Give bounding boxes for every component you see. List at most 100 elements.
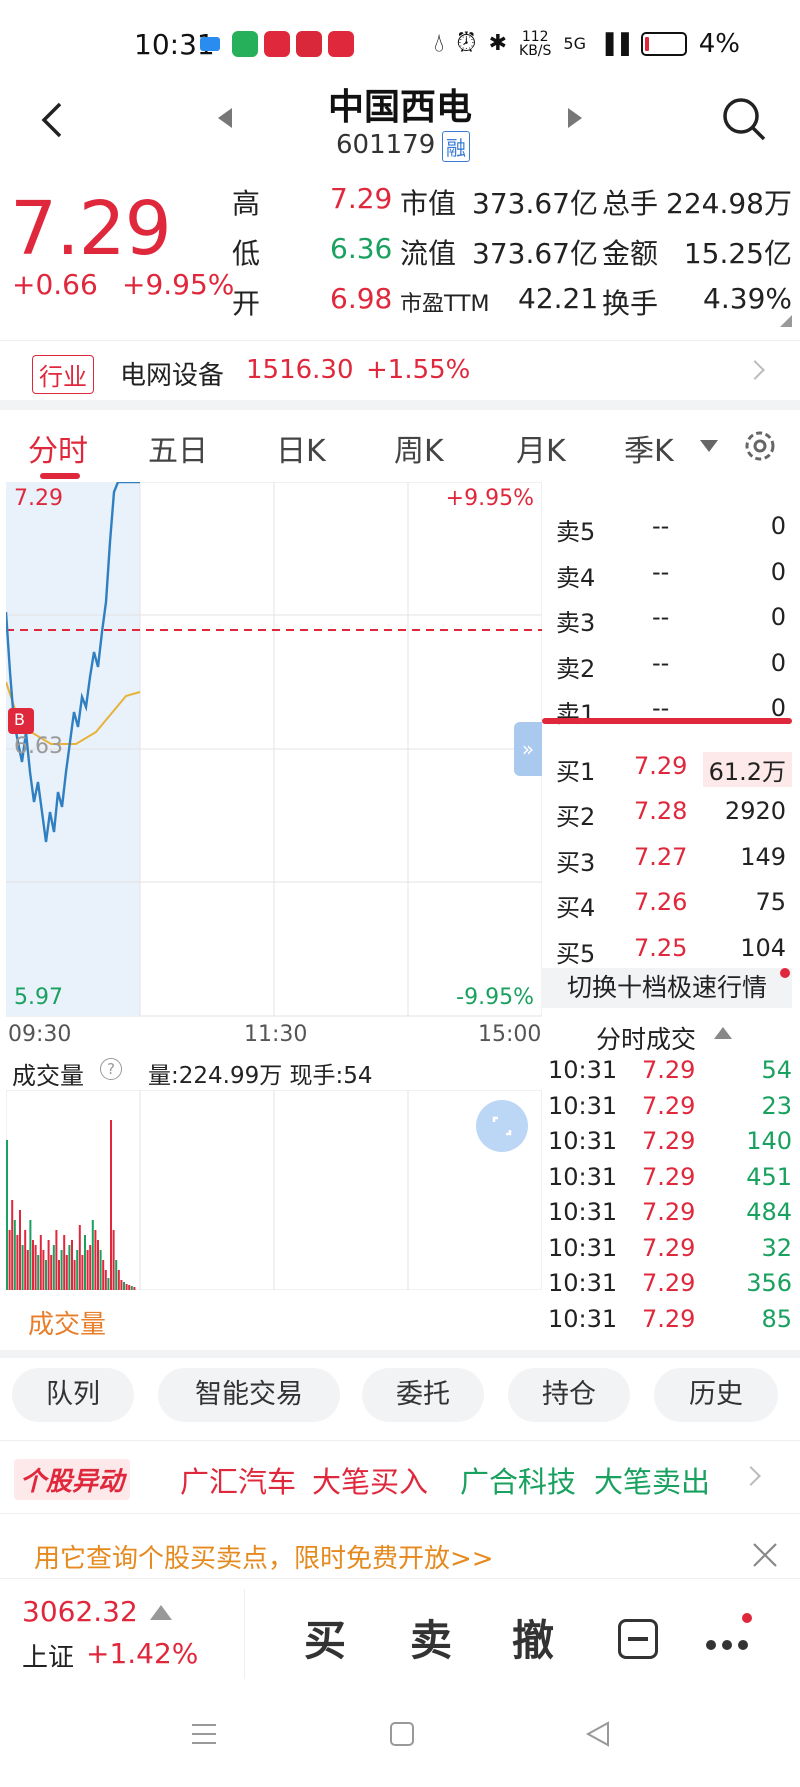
switch-level-button[interactable]: 切换十档极速行情 bbox=[542, 968, 792, 1008]
buy-row: 买5 7.25 104 bbox=[556, 933, 786, 968]
quote-row: 开 6.98 市盈TTM 42.21 换手 4.39% bbox=[232, 282, 792, 320]
volume-header: 成交量 ? 量:224.99万 现手:54 bbox=[0, 1052, 540, 1090]
volume-footer-label[interactable]: 成交量 bbox=[28, 1304, 106, 1341]
cancel-order-button[interactable]: 撤 bbox=[512, 1607, 554, 1668]
volume-bar bbox=[104, 1270, 107, 1290]
chart-price-top: 7.29 bbox=[14, 486, 63, 511]
entrust-button[interactable]: 委托 bbox=[362, 1368, 484, 1422]
buy-row: 买3 7.27 149 bbox=[556, 842, 786, 877]
tab-five-day[interactable]: 五日 bbox=[148, 426, 208, 470]
sell-button[interactable]: 卖 bbox=[410, 1607, 452, 1668]
expand-panel-tab[interactable]: » bbox=[514, 722, 542, 776]
battery-text: 4% bbox=[698, 28, 740, 59]
next-stock-icon[interactable] bbox=[568, 108, 582, 128]
volume-bar bbox=[120, 1280, 123, 1290]
volume-bar bbox=[117, 1270, 120, 1290]
buy-button[interactable]: 买 bbox=[304, 1607, 346, 1668]
industry-name: 电网设备 bbox=[120, 361, 225, 391]
trade-row: 10:31 7.29 451 bbox=[548, 1162, 792, 1191]
ticker-item[interactable]: 广合科技 bbox=[460, 1459, 576, 1501]
trade-row: 10:31 7.29 140 bbox=[548, 1127, 792, 1155]
battery-icon bbox=[640, 31, 687, 56]
volume-bar bbox=[45, 1260, 47, 1290]
system-nav-bar bbox=[0, 1698, 800, 1787]
ticker-item[interactable]: 大笔卖出 bbox=[594, 1459, 710, 1501]
volume-bar bbox=[89, 1245, 92, 1290]
stock-code: 601179 bbox=[336, 130, 436, 160]
app-icon-stock bbox=[264, 31, 290, 57]
trade-row: 10:31 7.29 85 bbox=[548, 1304, 792, 1333]
history-button[interactable]: 历史 bbox=[654, 1368, 778, 1422]
buy-marker[interactable]: B bbox=[14, 710, 25, 729]
volume-bar bbox=[60, 1250, 63, 1290]
index-change[interactable]: +1.42% bbox=[86, 1637, 198, 1670]
signal-icon: ▐▐ bbox=[597, 31, 629, 56]
volume-bar bbox=[99, 1250, 102, 1290]
home-icon[interactable] bbox=[388, 1720, 416, 1748]
help-icon[interactable]: ? bbox=[100, 1058, 122, 1080]
volume-bar bbox=[24, 1230, 27, 1290]
ticker-item[interactable]: 大笔买入 bbox=[312, 1459, 428, 1501]
status-bar: 10:31 💧︎ ⏰︎ ✱ 112 KB/S 5G ▐▐ 4% bbox=[0, 0, 800, 90]
sell-row: 卖1 -- 0 bbox=[556, 694, 786, 728]
volume-bar bbox=[112, 1230, 115, 1290]
fullscreen-icon[interactable] bbox=[476, 1100, 528, 1152]
tab-daily-k[interactable]: 日K bbox=[276, 426, 326, 470]
price-change-pct: +9.95% bbox=[122, 268, 235, 301]
smart-trade-button[interactable]: 智能交易 bbox=[158, 1368, 340, 1422]
volume-bar bbox=[133, 1287, 136, 1290]
divider bbox=[244, 1589, 245, 1679]
index-value[interactable]: 3062.32 bbox=[22, 1595, 138, 1628]
queue-button[interactable]: 队列 bbox=[12, 1368, 134, 1422]
gear-icon[interactable] bbox=[740, 426, 780, 466]
chevron-right-icon bbox=[745, 360, 765, 380]
volume-bar bbox=[76, 1250, 79, 1290]
more-icon[interactable] bbox=[706, 1635, 754, 1654]
trade-list[interactable]: 10:31 7.29 54 10:31 7.29 23 10:31 7.29 140 10:… bbox=[542, 1054, 800, 1350]
chevron-down-icon[interactable] bbox=[700, 440, 718, 452]
trades-title[interactable]: 分时成交 bbox=[596, 1020, 696, 1056]
menu-icon[interactable] bbox=[190, 1720, 218, 1748]
position-button[interactable]: 持仓 bbox=[508, 1368, 630, 1422]
back-nav-icon[interactable] bbox=[584, 1720, 612, 1748]
volume-title: 成交量 bbox=[12, 1062, 84, 1090]
promo-banner[interactable]: 用它查询个股买卖点，限时免费开放>> bbox=[0, 1520, 800, 1580]
intraday-chart[interactable]: 7.29 +9.95% 5.97 -9.95% 6.63 B bbox=[6, 482, 542, 1018]
stock-alert-ticker[interactable]: 个股异动 广汇汽车 大笔买入 广合科技 大笔卖出 bbox=[0, 1440, 800, 1514]
time-noon: 11:30 bbox=[244, 1022, 308, 1047]
industry-change: +1.55% bbox=[366, 355, 471, 385]
app-icon-red bbox=[296, 31, 322, 57]
tab-intraday[interactable]: 分时 bbox=[28, 426, 88, 470]
volume-bar bbox=[16, 1235, 19, 1290]
app-icon-blue bbox=[200, 37, 220, 51]
net-speed: 112 KB/S bbox=[519, 28, 552, 59]
ticker-item[interactable]: 广汇汽车 bbox=[180, 1459, 296, 1501]
promo-text[interactable]: 用它查询个股买卖点，限时免费开放>> bbox=[34, 1538, 494, 1575]
trade-row: 10:31 7.29 54 bbox=[548, 1056, 792, 1084]
volume-bar bbox=[123, 1282, 125, 1290]
volume-bar bbox=[91, 1220, 94, 1290]
expand-corner-icon[interactable] bbox=[780, 315, 792, 327]
minus-icon[interactable] bbox=[618, 1619, 658, 1659]
volume-bar bbox=[107, 1278, 110, 1290]
close-icon[interactable] bbox=[752, 1542, 778, 1568]
app-icon-green bbox=[232, 31, 258, 57]
quote-row: 高 7.29 市值 373.67亿 总手 224.98万 bbox=[232, 182, 792, 220]
volume-bar bbox=[21, 1245, 24, 1290]
tab-weekly-k[interactable]: 周K bbox=[394, 426, 444, 470]
buy-row: 买1 7.29 61.2万 bbox=[542, 744, 800, 790]
chart-avg-label: 6.63 bbox=[14, 734, 63, 759]
tab-monthly-k[interactable]: 月K bbox=[516, 426, 566, 470]
volume-bar bbox=[32, 1240, 34, 1290]
volume-bar bbox=[86, 1250, 89, 1290]
sort-up-icon[interactable] bbox=[714, 1027, 732, 1039]
sell-row: 卖3 -- 0 bbox=[556, 603, 786, 637]
intraday-chart-svg bbox=[6, 482, 542, 1017]
industry-row[interactable]: 行业 电网设备 1516.30 +1.55% bbox=[0, 340, 800, 400]
tab-quarterly-k[interactable]: 季K bbox=[624, 426, 674, 470]
search-icon[interactable] bbox=[720, 95, 768, 143]
stock-name: 中国西电 bbox=[327, 87, 472, 128]
index-name[interactable]: 上证 bbox=[22, 1637, 74, 1674]
industry-value: 1516.30 bbox=[246, 355, 354, 385]
book-divider bbox=[542, 718, 792, 724]
